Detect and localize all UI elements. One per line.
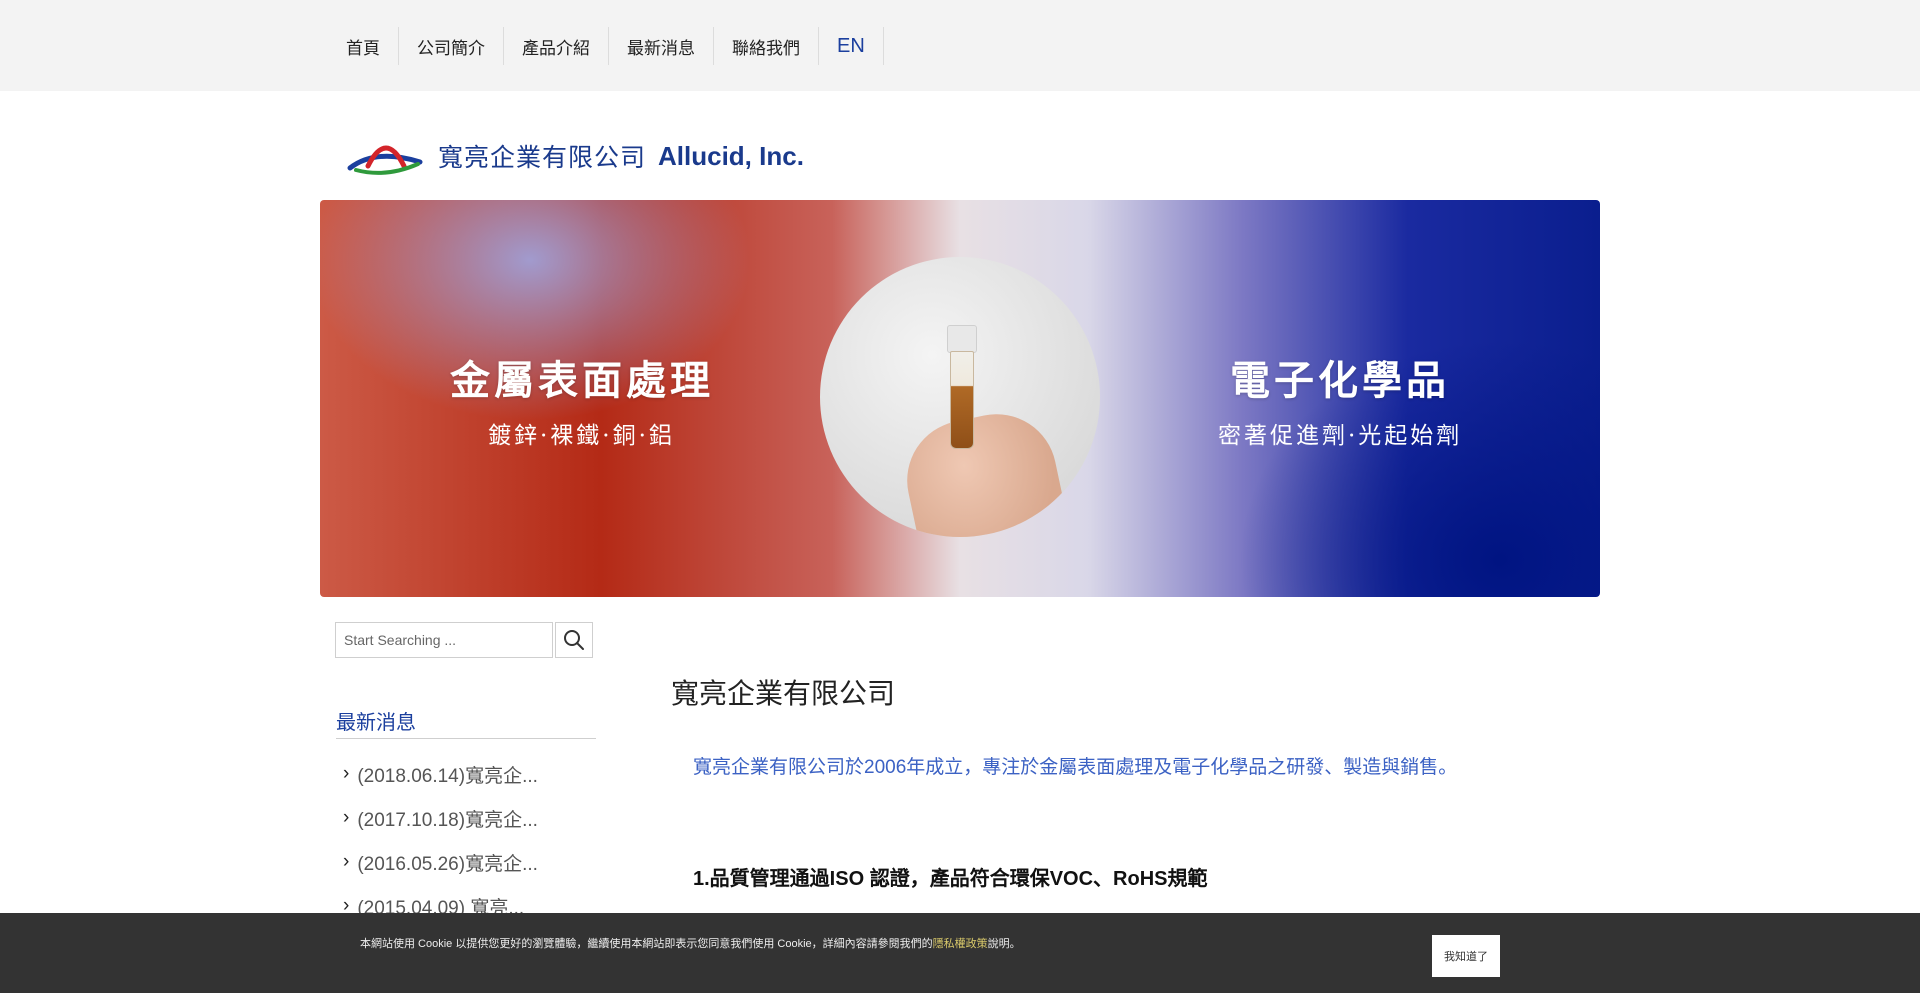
nav-item-home[interactable]: 首頁 xyxy=(328,27,399,65)
logo-name-cn: 寬亮企業有限公司 xyxy=(438,144,647,172)
nav-item-contact[interactable]: 聯絡我們 xyxy=(714,27,819,65)
banner-right-title: 電子化學品 xyxy=(1230,357,1450,404)
chevron-right-icon: › xyxy=(343,763,350,784)
sidebar-divider xyxy=(336,738,596,739)
cookie-accept-button[interactable]: 我知道了 xyxy=(1432,935,1500,977)
nav-item-news[interactable]: 最新消息 xyxy=(609,27,714,65)
list-item[interactable]: › (2017.10.18)寬亮企... xyxy=(343,796,538,840)
main-nav: 首頁 公司簡介 產品介紹 最新消息 聯絡我們 EN xyxy=(328,27,884,65)
list-item[interactable]: › (2016.05.26)寬亮企... xyxy=(343,840,538,884)
chevron-right-icon: › xyxy=(343,807,350,828)
privacy-policy-link[interactable]: 隱私權政策 xyxy=(933,938,988,950)
news-link[interactable]: (2018.06.14)寬亮企... xyxy=(357,761,538,788)
sidebar-news-heading: 最新消息 xyxy=(336,712,416,734)
cookie-text-tail: 說明。 xyxy=(987,938,1021,950)
news-link[interactable]: (2016.05.26)寬亮企... xyxy=(357,849,538,876)
nav-item-products[interactable]: 產品介紹 xyxy=(504,27,609,65)
hero-banner: 金屬表面處理 鍍鋅·裸鐵·銅·鋁 電子化學品 密著促進劑·光起始劑 xyxy=(320,200,1600,597)
hand-image xyxy=(896,403,1074,537)
banner-vial-image xyxy=(820,257,1100,537)
search-input[interactable]: Start Searching ... xyxy=(335,622,553,658)
sidebar-news-list: › (2018.06.14)寬亮企... › (2017.10.18)寬亮企..… xyxy=(343,752,538,928)
top-nav-bar: 首頁 公司簡介 產品介紹 最新消息 聯絡我們 EN xyxy=(0,0,1920,91)
vial-body xyxy=(950,351,974,449)
vial-cap xyxy=(947,325,977,353)
page-title: 寬亮企業有限公司 xyxy=(671,678,896,709)
intro-text: 寬亮企業有限公司於2006年成立，專注於金屬表面處理及電子化學品之研發、製造與銷… xyxy=(693,757,1458,778)
cookie-banner: 本網站使用 Cookie 以提供您更好的瀏覽體驗，繼續使用本網站即表示您同意我們… xyxy=(0,913,1920,993)
company-logo[interactable]: 寬亮企業有限公司 Allucid, Inc. xyxy=(346,134,804,178)
banner-left-subtitle: 鍍鋅·裸鐵·銅·鋁 xyxy=(488,423,675,449)
search-icon xyxy=(564,630,584,650)
logo-name-en: Allucid, Inc. xyxy=(658,140,804,171)
banner-left-title: 金屬表面處理 xyxy=(450,357,714,404)
banner-right-subtitle: 密著促進劑·光起始劑 xyxy=(1218,423,1463,449)
cookie-text: 本網站使用 Cookie 以提供您更好的瀏覽體驗，繼續使用本網站即表示您同意我們… xyxy=(360,938,933,950)
list-item[interactable]: › (2018.06.14)寬亮企... xyxy=(343,752,538,796)
cookie-message: 本網站使用 Cookie 以提供您更好的瀏覽體驗，繼續使用本網站即表示您同意我們… xyxy=(360,935,1021,951)
search-button[interactable] xyxy=(555,622,593,658)
nav-item-about[interactable]: 公司簡介 xyxy=(399,27,504,65)
chevron-right-icon: › xyxy=(343,851,350,872)
nav-item-language-en[interactable]: EN xyxy=(819,27,884,65)
feature-point: 1.品質管理通過ISO 認證，產品符合環保VOC、RoHS規範 xyxy=(693,868,1208,890)
news-link[interactable]: (2017.10.18)寬亮企... xyxy=(357,805,538,832)
logo-arc-icon xyxy=(347,145,423,175)
